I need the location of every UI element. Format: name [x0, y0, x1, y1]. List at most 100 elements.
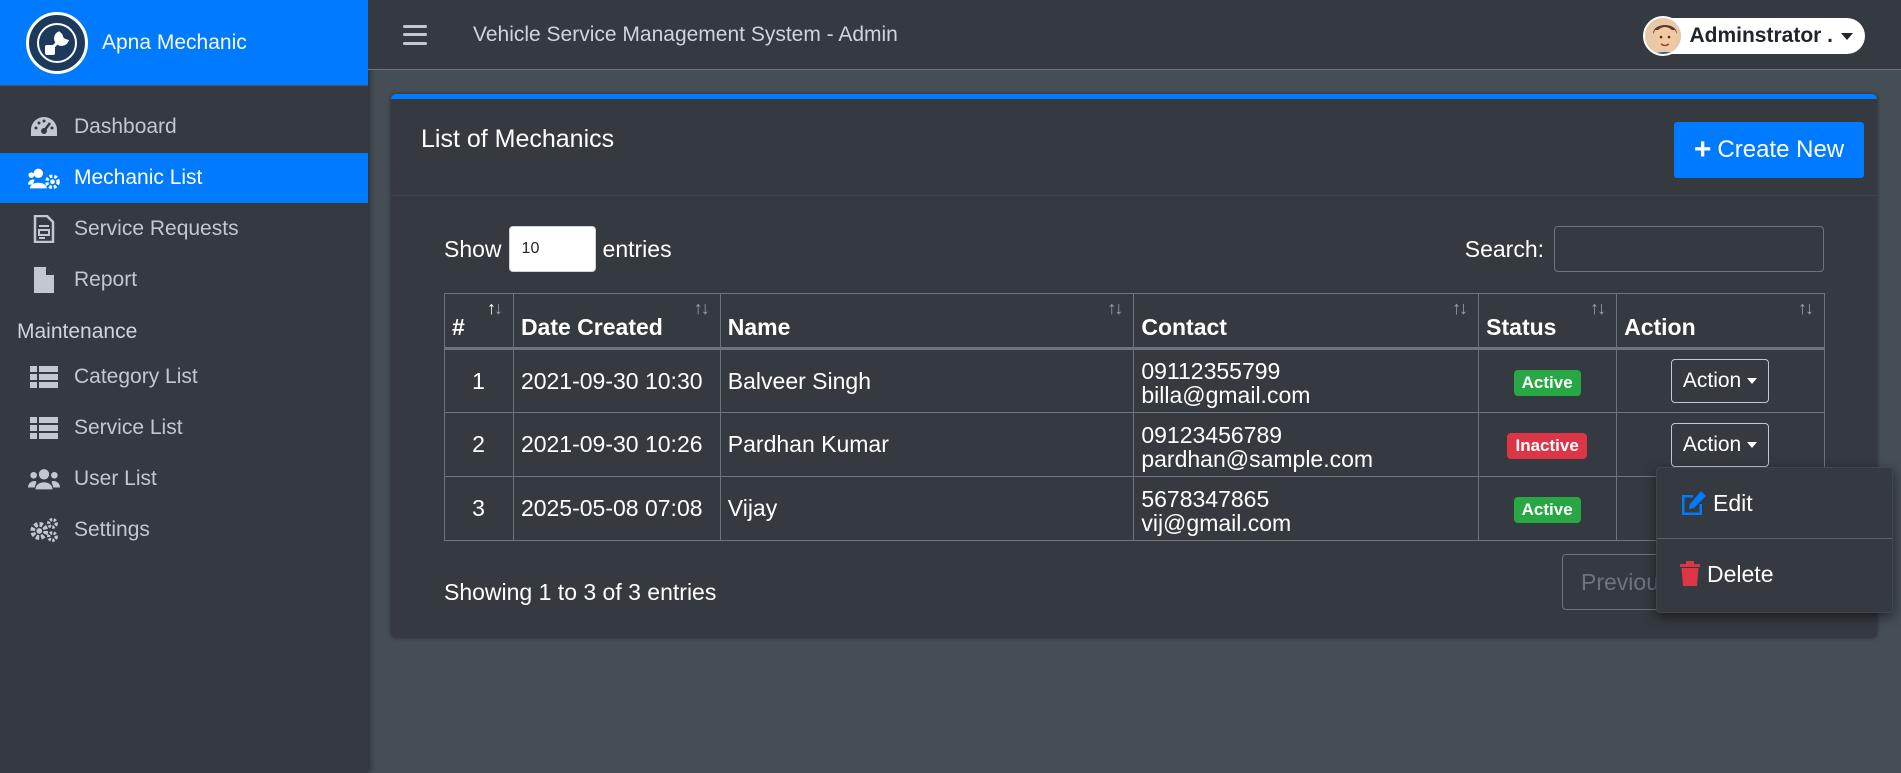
- chevron-down-icon: [1747, 378, 1758, 384]
- create-new-button[interactable]: + Create New: [1674, 122, 1864, 178]
- table-row: 3 2025-05-08 07:08 Vijay 5678347865 vij@…: [444, 476, 1825, 541]
- card-header: List of Mechanics + Create New: [391, 99, 1877, 196]
- column-header-name[interactable]: Name ↑↓: [719, 293, 1135, 350]
- column-header-number[interactable]: # ↑↓: [444, 293, 514, 350]
- column-header-date-created[interactable]: Date Created ↑↓: [512, 293, 721, 350]
- contact-cell: 5678347865 vij@gmail.com: [1133, 476, 1480, 541]
- cogs-icon: [28, 516, 60, 544]
- users-icon: [28, 465, 60, 493]
- status-badge: Active: [1513, 369, 1581, 396]
- contact-email: billa@gmail.com: [1141, 382, 1311, 408]
- entries-length-control: Show 10 entries: [444, 226, 672, 272]
- edit-icon: [1679, 490, 1707, 516]
- sort-icon: ↑↓: [693, 298, 710, 318]
- user-menu-button[interactable]: Adminstrator .: [1643, 16, 1865, 56]
- create-new-label: Create New: [1717, 136, 1845, 163]
- sidebar-item-label: Category List: [74, 365, 198, 388]
- table-search: Search:: [1465, 226, 1824, 272]
- trash-icon: [1679, 561, 1701, 587]
- brand-name: Apna Mechanic: [102, 30, 247, 54]
- top-navbar: Vehicle Service Management System - Admi…: [368, 0, 1901, 70]
- sidebar-item-mechanic-list[interactable]: Mechanic List: [0, 153, 368, 203]
- action-dropdown-menu: Edit Delete: [1656, 467, 1893, 613]
- contact-phone: 5678347865: [1141, 485, 1270, 512]
- entries-length-select[interactable]: 10: [508, 226, 596, 272]
- table-info: Showing 1 to 3 of 3 entries: [444, 579, 717, 605]
- mechanics-card: List of Mechanics + Create New Show 10 e…: [391, 94, 1877, 638]
- name-cell: Pardhan Kumar: [719, 412, 1135, 477]
- sort-icon: ↑↓: [1798, 298, 1814, 318]
- hamburger-menu-icon[interactable]: [403, 24, 427, 45]
- sidebar-item-report[interactable]: Report: [0, 255, 368, 305]
- table-list-icon: [28, 363, 60, 391]
- sidebar-item-label: Report: [74, 268, 138, 291]
- sidebar-item-dashboard[interactable]: Dashboard: [0, 102, 368, 152]
- name-cell: Vijay: [719, 476, 1135, 541]
- page-title: List of Mechanics: [421, 125, 615, 153]
- status-badge: Inactive: [1507, 433, 1587, 459]
- sidebar-item-label: Mechanic List: [74, 166, 203, 189]
- table-list-icon: [28, 414, 60, 442]
- delete-label: Delete: [1707, 560, 1774, 587]
- status-cell: Active: [1478, 348, 1618, 413]
- date-created-cell: 2021-09-30 10:30: [512, 348, 721, 413]
- sidebar-item-label: Dashboard: [74, 115, 177, 138]
- search-label: Search:: [1464, 235, 1544, 262]
- users-cog-icon: [28, 164, 60, 192]
- edit-menu-item[interactable]: Edit: [1657, 468, 1892, 538]
- plus-icon: +: [1693, 133, 1712, 166]
- column-header-contact[interactable]: Contact ↑↓: [1133, 293, 1480, 350]
- sidebar: Apna Mechanic Dashboard Mechanic List Se…: [0, 0, 368, 773]
- contact-email: vij@gmail.com: [1141, 509, 1292, 536]
- contact-email: pardhan@sample.com: [1141, 445, 1374, 472]
- action-dropdown-button[interactable]: Action: [1670, 359, 1770, 403]
- chevron-down-icon: [1841, 32, 1853, 40]
- sort-icon: ↑↓: [486, 298, 503, 318]
- tachometer-icon: [28, 113, 60, 141]
- brand[interactable]: Apna Mechanic: [0, 0, 368, 86]
- sidebar-item-label: User List: [74, 467, 157, 490]
- search-input[interactable]: [1554, 226, 1824, 272]
- table-header-row: # ↑↓ Date Created ↑↓ Name ↑↓ Contact ↑↓ Stat…: [444, 293, 1825, 350]
- sort-icon: ↑↓: [1590, 298, 1606, 318]
- mechanics-table: # ↑↓ Date Created ↑↓ Name ↑↓ Contact ↑↓ Stat…: [444, 293, 1825, 541]
- table-row: 2 2021-09-30 10:26 Pardhan Kumar 0912345…: [444, 412, 1825, 477]
- status-cell: Active: [1478, 476, 1618, 541]
- contact-phone: 09123456789: [1141, 421, 1283, 448]
- sidebar-section-header: Maintenance: [17, 320, 138, 343]
- sidebar-item-settings[interactable]: Settings: [0, 505, 368, 555]
- name-cell: Balveer Singh: [719, 348, 1135, 413]
- row-number: 3: [444, 476, 514, 541]
- sidebar-item-service-list[interactable]: Service List: [0, 403, 368, 453]
- date-created-cell: 2021-09-30 10:26: [512, 412, 721, 477]
- contact-cell: 09112355799 billa@gmail.com: [1133, 348, 1480, 413]
- chevron-down-icon: [1747, 441, 1758, 448]
- status-badge: Active: [1513, 497, 1581, 523]
- sidebar-item-user-list[interactable]: User List: [0, 454, 368, 504]
- sort-icon: ↑↓: [1107, 298, 1123, 318]
- table-row: 1 2021-09-30 10:30 Balveer Singh 0911235…: [444, 348, 1825, 413]
- brand-logo-icon: [26, 11, 88, 74]
- file-invoice-icon: [28, 215, 60, 243]
- column-header-status[interactable]: Status ↑↓: [1478, 293, 1618, 350]
- file-icon: [28, 266, 60, 294]
- sidebar-item-category-list[interactable]: Category List: [0, 352, 368, 402]
- sort-icon: ↑↓: [1452, 298, 1468, 318]
- row-number: 1: [444, 348, 514, 413]
- contact-phone: 09112355799: [1141, 358, 1281, 384]
- avatar: [1643, 16, 1684, 56]
- sidebar-nav: Dashboard Mechanic List Service Requests…: [0, 86, 368, 555]
- sidebar-item-service-requests[interactable]: Service Requests: [0, 204, 368, 254]
- user-name: Adminstrator .: [1689, 24, 1833, 47]
- action-dropdown-button[interactable]: Action: [1670, 422, 1770, 467]
- column-header-action[interactable]: Action ↑↓: [1616, 293, 1825, 350]
- entries-label: entries: [602, 235, 672, 262]
- system-title: Vehicle Service Management System - Admi…: [473, 22, 898, 46]
- delete-menu-item[interactable]: Delete: [1657, 539, 1892, 609]
- action-cell: Action: [1616, 348, 1825, 413]
- date-created-cell: 2025-05-08 07:08: [512, 476, 721, 541]
- edit-label: Edit: [1713, 489, 1753, 516]
- row-number: 2: [444, 412, 514, 477]
- contact-cell: 09123456789 pardhan@sample.com: [1133, 412, 1480, 477]
- sidebar-item-label: Service List: [74, 416, 183, 439]
